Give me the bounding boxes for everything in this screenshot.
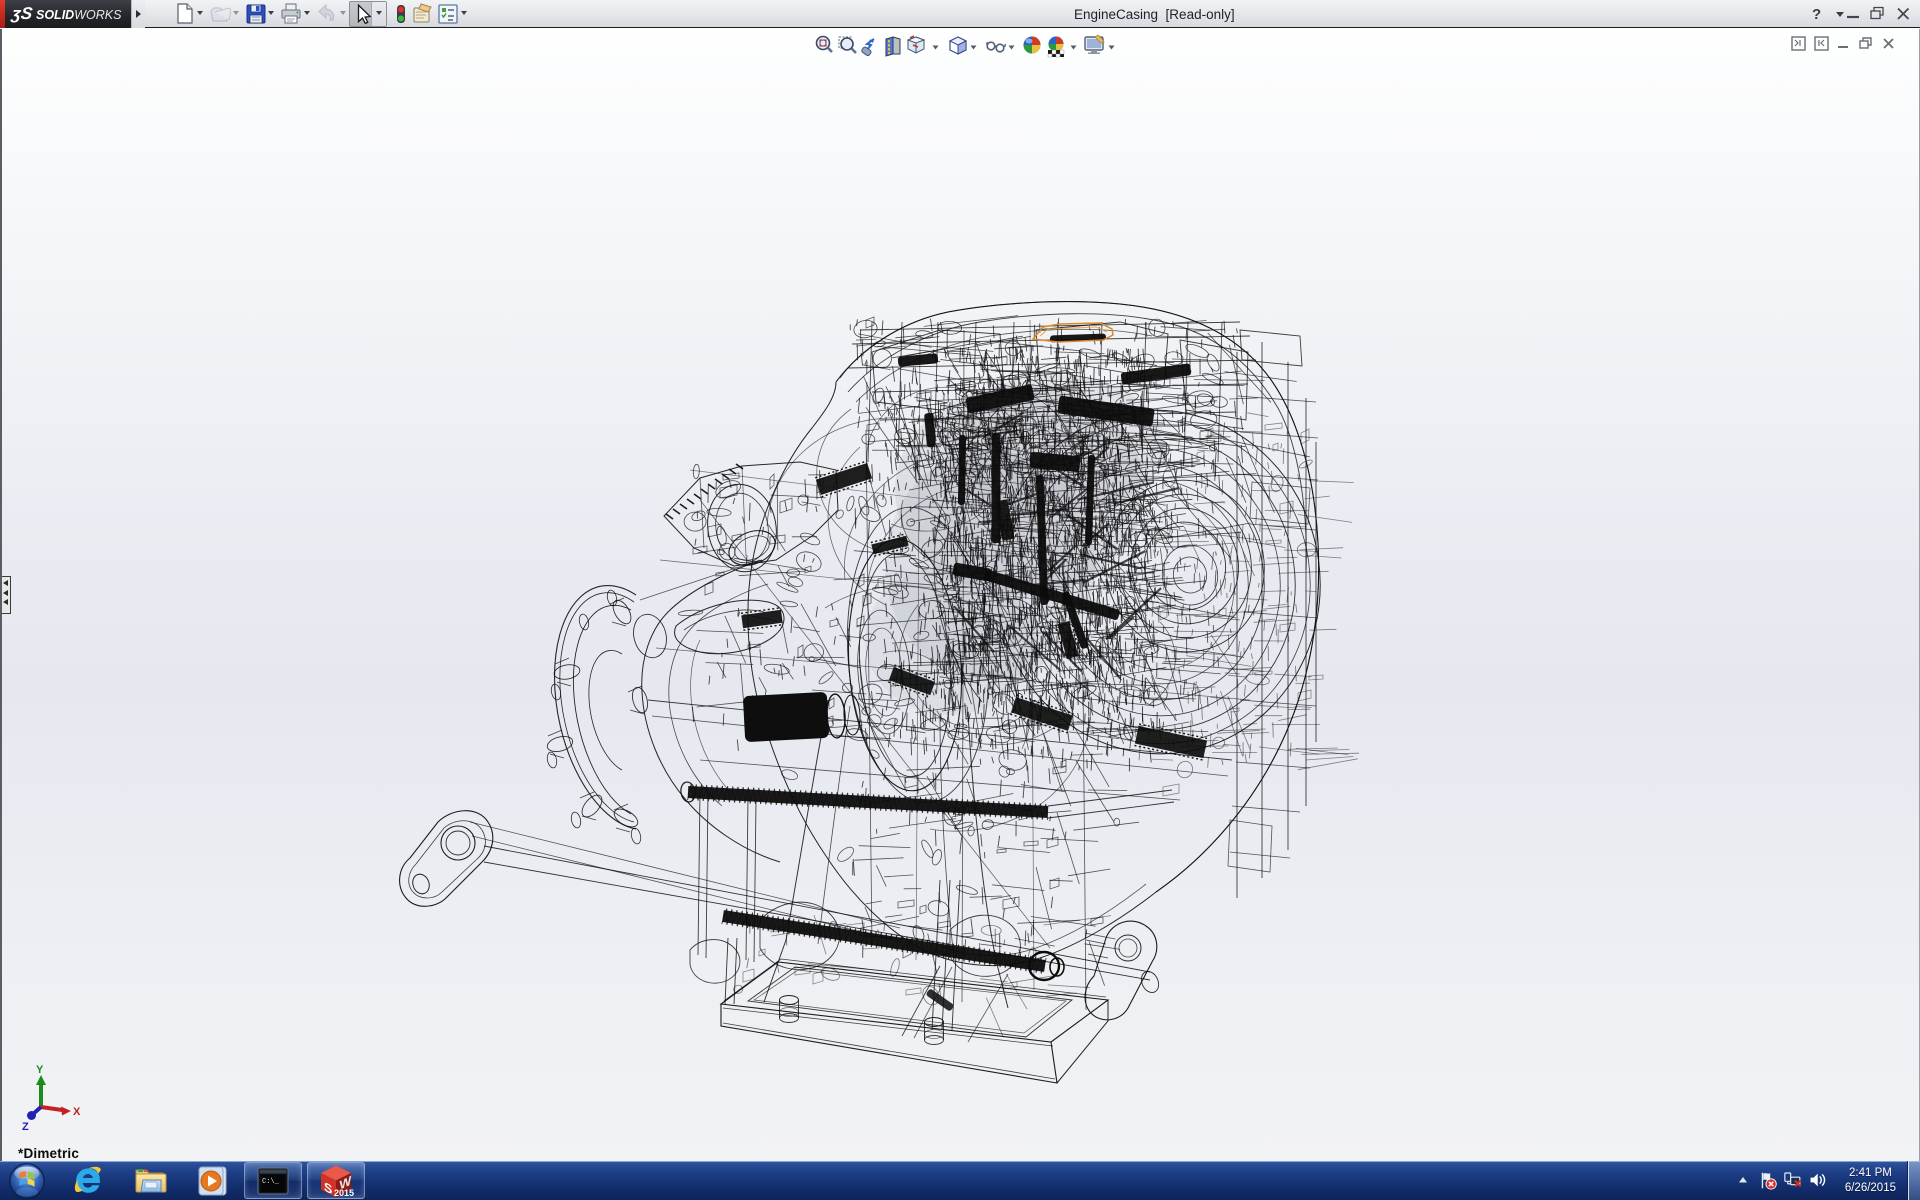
svg-text:X: X bbox=[73, 1106, 81, 1118]
svg-text:S: S bbox=[324, 1179, 333, 1197]
svg-text:C:\_: C:\_ bbox=[262, 1178, 280, 1186]
svg-text:Z: Z bbox=[22, 1121, 29, 1131]
svg-text:Y: Y bbox=[36, 1064, 44, 1076]
svg-text:?: ? bbox=[1812, 6, 1821, 22]
svg-text:2015: 2015 bbox=[334, 1188, 354, 1198]
